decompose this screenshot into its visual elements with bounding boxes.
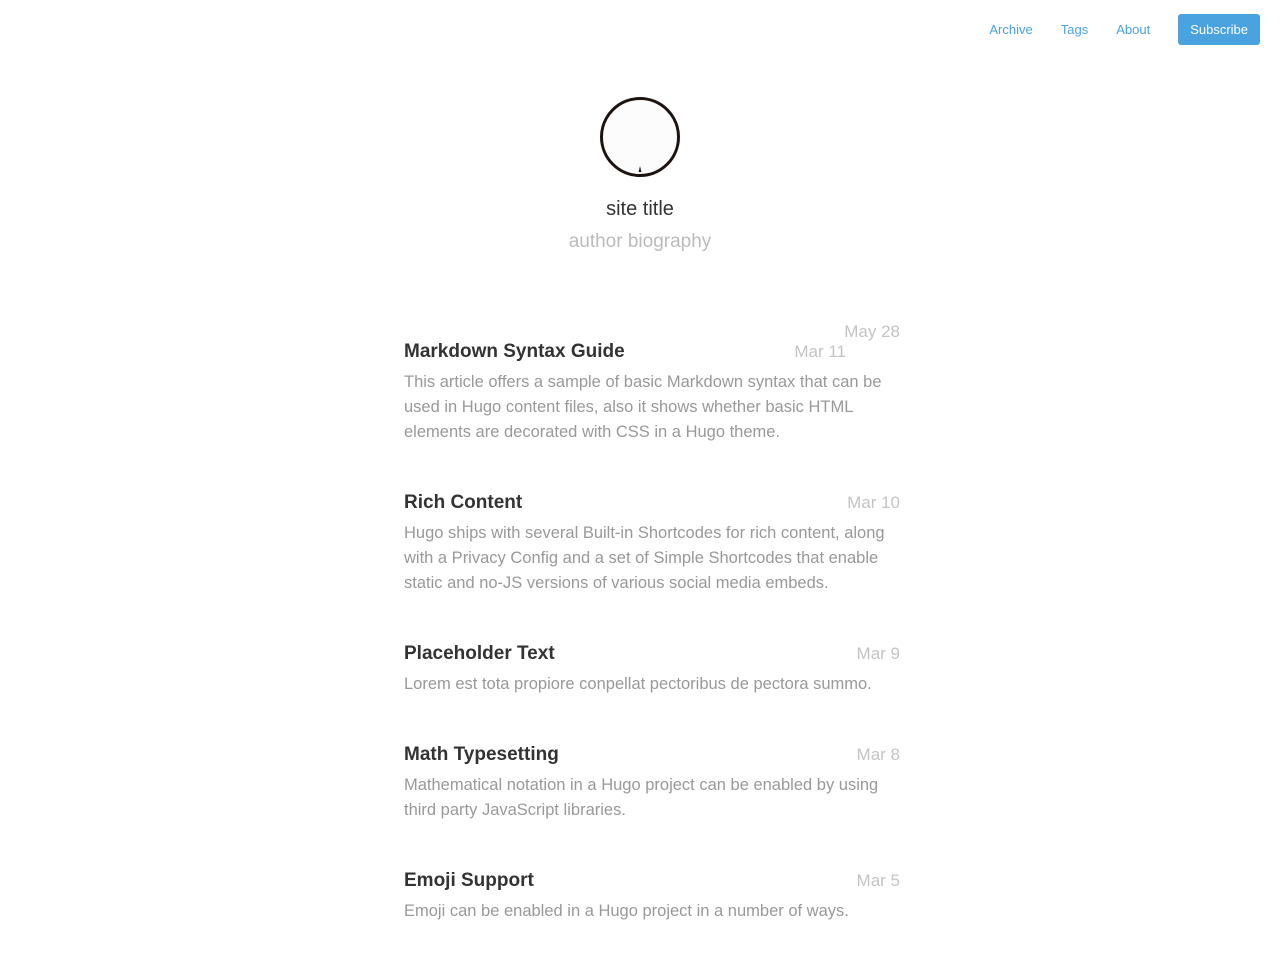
author-biography: author biography [568, 231, 712, 252]
post-date: Mar 9 [856, 644, 900, 663]
post-summary: Lorem est tota propiore conpellat pector… [404, 675, 872, 693]
post-list: Markdown Syntax Guide Mar 11 This articl… [404, 340, 900, 970]
post-date: Mar 10 [847, 493, 900, 512]
post-date: Mar 5 [856, 871, 900, 890]
post-item: Placeholder Text Mar 9 Lorem est tota pr… [404, 642, 900, 697]
site-title[interactable]: site title [0, 197, 1280, 221]
nav-link-about[interactable]: About [1116, 22, 1150, 37]
post-date: Mar 11 [794, 342, 846, 361]
post-title[interactable]: Markdown Syntax Guide [404, 340, 625, 364]
post-item: Math Typesetting Mar 8 Mathematical nota… [404, 743, 900, 823]
nav-link-archive[interactable]: Archive [989, 22, 1032, 37]
top-navigation: Archive Tags About Subscribe [961, 14, 1260, 45]
subscribe-button[interactable]: Subscribe [1178, 14, 1260, 45]
post-item: Rich Content Mar 10 Hugo ships with seve… [404, 491, 900, 596]
post-summary: This article offers a sample of basic Ma… [404, 373, 882, 441]
post-item: Markdown Syntax Guide Mar 11 This articl… [404, 340, 900, 445]
post-title[interactable]: Emoji Support [404, 869, 534, 893]
post-title[interactable]: Math Typesetting [404, 743, 559, 767]
site-header: site title author biography [0, 97, 1280, 254]
post-title[interactable]: Placeholder Text [404, 642, 555, 666]
post-summary: Mathematical notation in a Hugo project … [404, 776, 879, 819]
post-summary: Hugo ships with several Built-in Shortco… [404, 524, 885, 592]
post-title[interactable]: Rich Content [404, 491, 522, 515]
post-summary: Emoji can be enabled in a Hugo project i… [404, 902, 849, 920]
stray-date: May 28 [844, 322, 900, 341]
post-item: Emoji Support Mar 5 Emoji can be enabled… [404, 869, 900, 924]
avatar[interactable] [600, 97, 680, 177]
nav-link-tags[interactable]: Tags [1061, 22, 1088, 37]
post-date: Mar 8 [856, 745, 900, 764]
